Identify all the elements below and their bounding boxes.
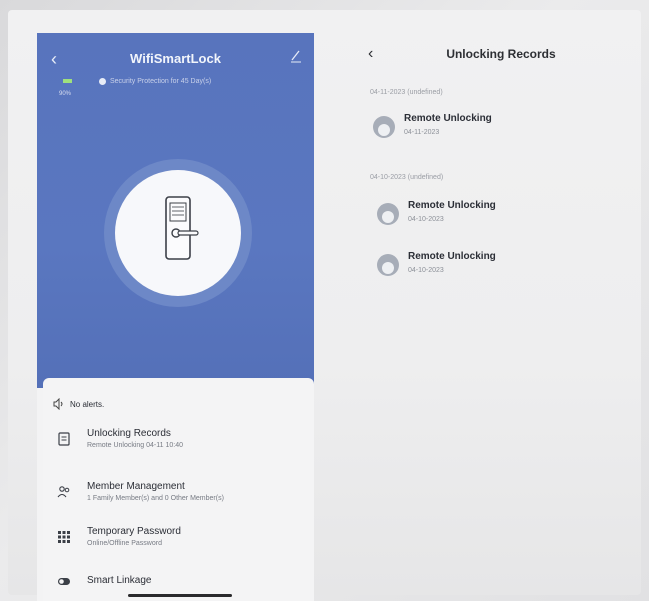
avatar [373, 116, 395, 138]
menu-item-subtitle: Online/Offline Password [87, 540, 162, 547]
toggle-icon [58, 578, 70, 585]
page-title: WifiSmartLock [130, 51, 221, 66]
date-group-header: 04-10-2023 (undefined) [370, 174, 444, 181]
members-icon [57, 486, 70, 498]
record-item[interactable]: Remote Unlocking 04-10-2023 [376, 200, 606, 240]
lock-home-screen: ‹ WifiSmartLock 90% Security Protection … [37, 33, 314, 601]
record-name: Remote Unlocking [408, 251, 496, 262]
date-group-header: 04-11-2023 (undefined) [370, 89, 443, 96]
lock-hero-panel: ‹ WifiSmartLock 90% Security Protection … [37, 33, 314, 388]
avatar [377, 203, 399, 225]
record-name: Remote Unlocking [404, 113, 492, 124]
menu-item-title: Smart Linkage [87, 575, 152, 586]
alerts-text: No alerts. [70, 400, 105, 409]
menu-item-smart-linkage[interactable]: Smart Linkage [43, 574, 314, 594]
record-name: Remote Unlocking [408, 200, 496, 211]
record-date: 04-11-2023 [404, 129, 440, 136]
speaker-icon [53, 398, 63, 410]
list-icon [58, 432, 70, 446]
record-date: 04-10-2023 [408, 267, 444, 274]
record-date: 04-10-2023 [408, 216, 444, 223]
edit-pencil-icon[interactable] [290, 49, 302, 63]
menu-item-title: Member Management [87, 481, 185, 492]
record-item[interactable]: Remote Unlocking 04-11-2023 [372, 113, 602, 153]
menu-item-title: Unlocking Records [87, 428, 171, 439]
avatar [377, 254, 399, 276]
page-title: Unlocking Records [446, 47, 556, 61]
shield-check-icon [99, 78, 106, 85]
security-text: Security Protection for 45 Day(s) [110, 78, 212, 85]
menu-item-subtitle: Remote Unlocking 04-11 10:40 [87, 442, 183, 449]
unlocking-records-screen: ‹ Unlocking Records 04-11-2023 (undefine… [360, 33, 648, 601]
menu-item-title: Temporary Password [87, 526, 181, 537]
function-panel: No alerts. Unlocking Records Remote Unlo… [43, 378, 314, 601]
door-lock-icon [165, 196, 199, 260]
menu-item-member-management[interactable]: Member Management 1 Family Member(s) and… [43, 481, 314, 521]
menu-item-temporary-password[interactable]: Temporary Password Online/Offline Passwo… [43, 526, 314, 566]
battery-icon [63, 79, 72, 83]
battery-percent: 90% [59, 91, 72, 97]
menu-item-subtitle: 1 Family Member(s) and 0 Other Member(s) [87, 495, 224, 502]
keypad-icon [58, 531, 70, 543]
menu-item-unlocking-records[interactable]: Unlocking Records Remote Unlocking 04-11… [43, 428, 314, 468]
security-status: Security Protection for 45 Day(s) [99, 78, 211, 85]
home-indicator [128, 594, 232, 597]
record-item[interactable]: Remote Unlocking 04-10-2023 [376, 251, 606, 291]
